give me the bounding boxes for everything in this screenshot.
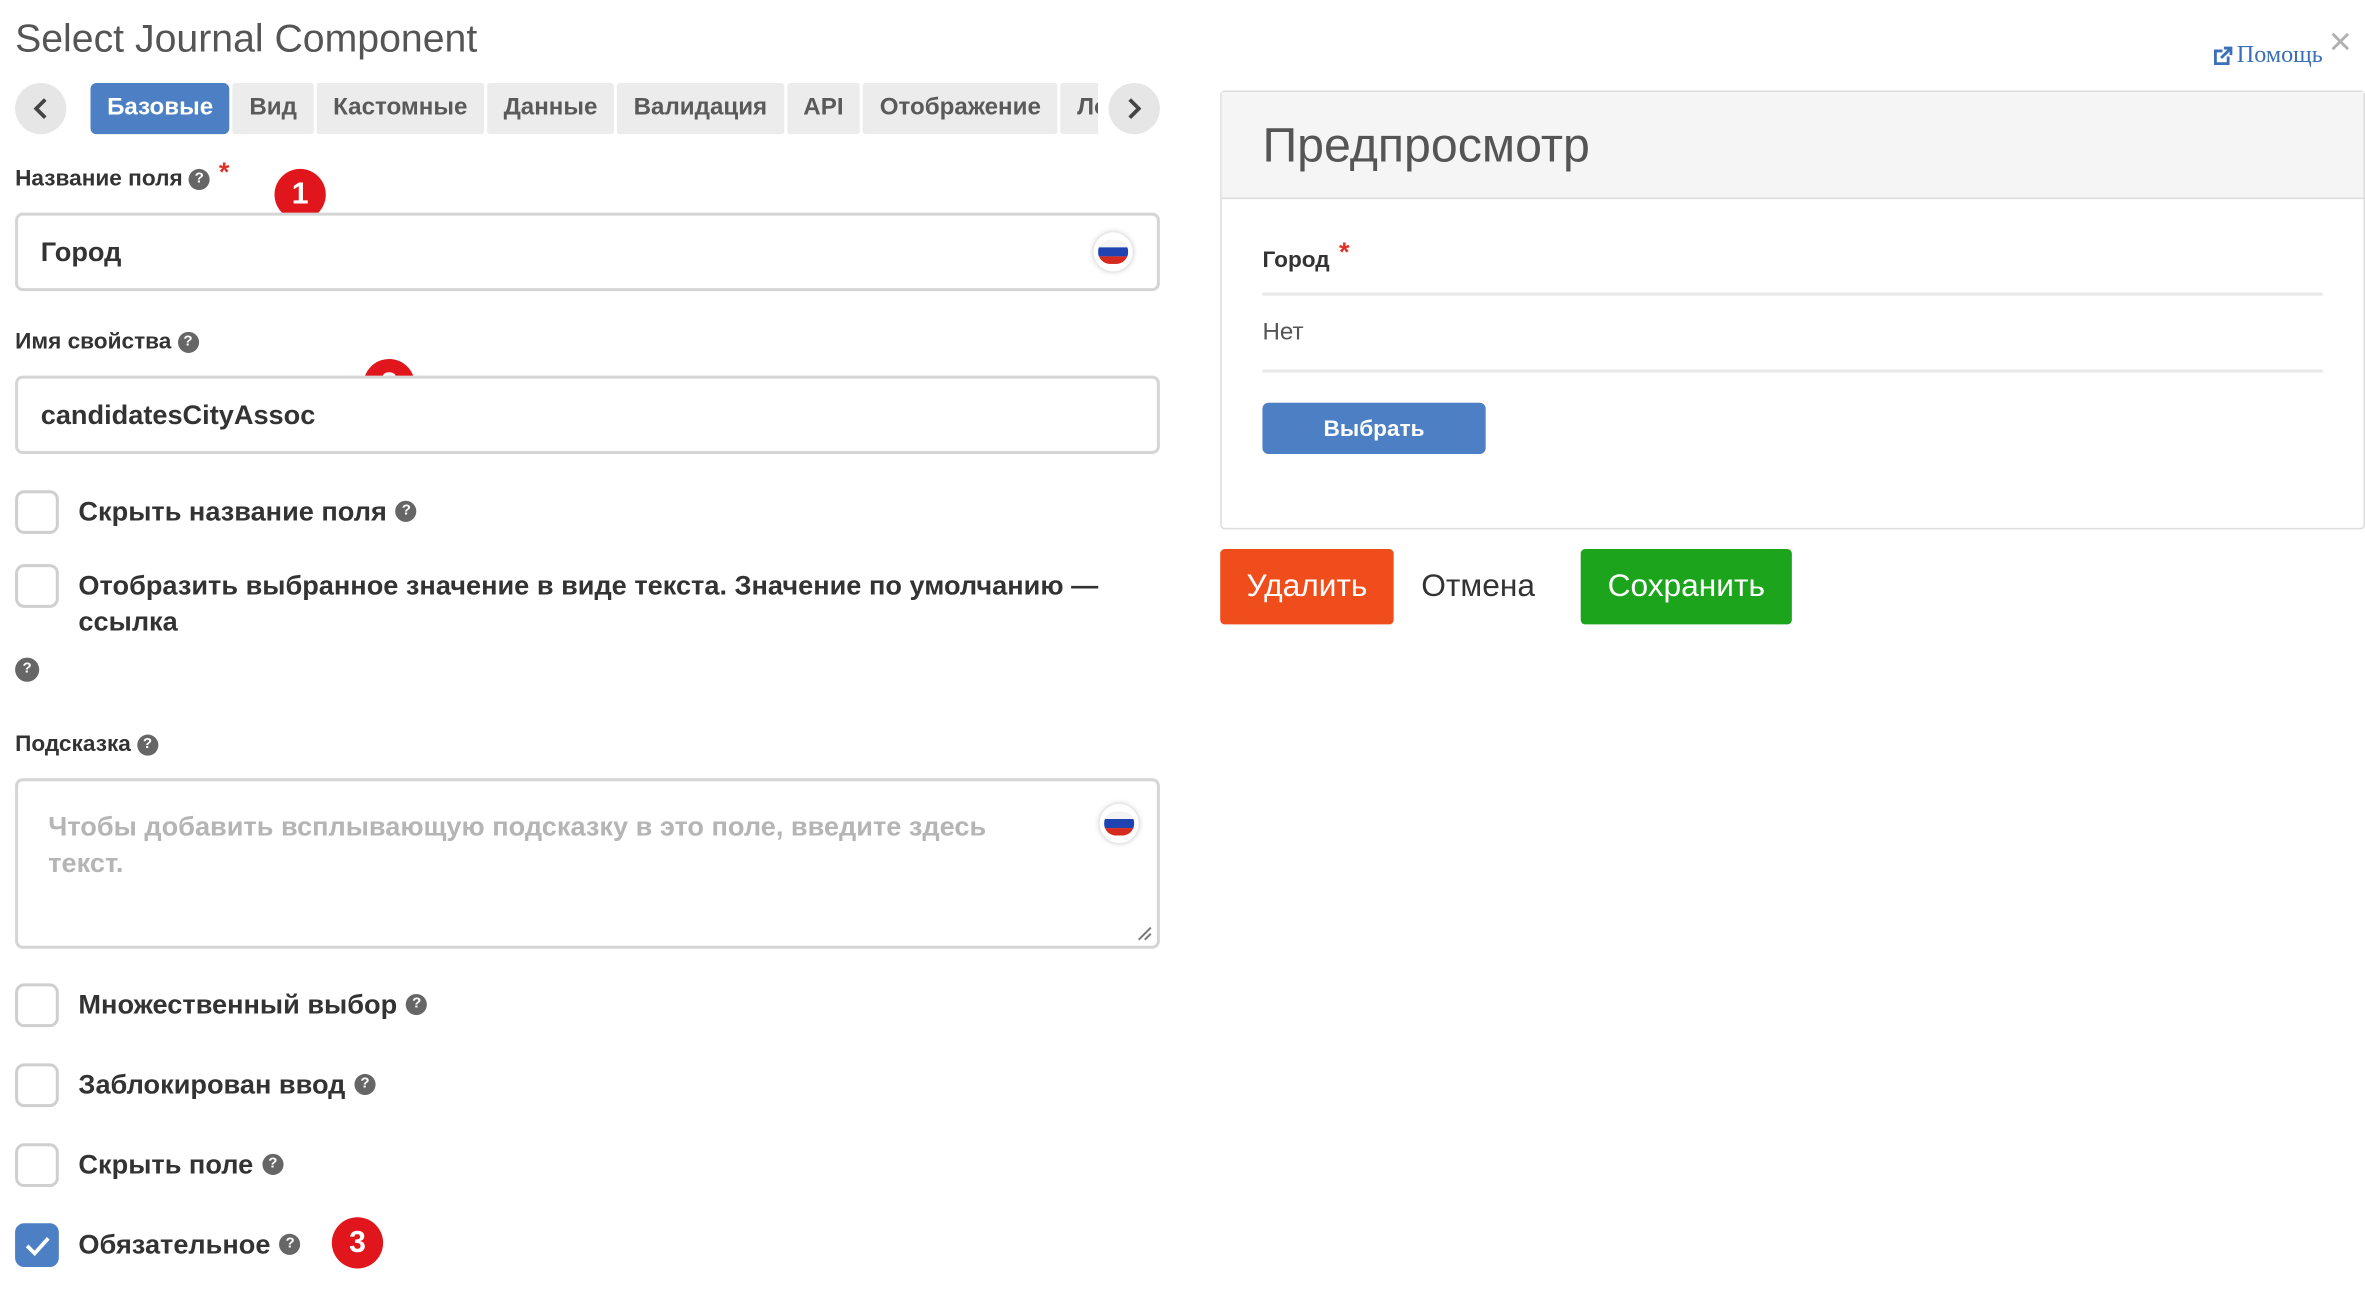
- delete-button[interactable]: Удалить: [1220, 549, 1394, 625]
- external-link-icon: [2213, 45, 2233, 65]
- tab-basic[interactable]: Базовые: [90, 82, 230, 135]
- field-name-label: Название поля ? *: [15, 156, 230, 192]
- save-button[interactable]: Сохранить: [1580, 549, 1792, 625]
- tabs-scroll-right-button[interactable]: [1108, 82, 1160, 135]
- tab-logic[interactable]: Ло: [1060, 82, 1099, 135]
- required-row[interactable]: Обязательное?: [15, 1223, 301, 1267]
- preview-select-button[interactable]: Выбрать: [1262, 402, 1486, 454]
- tooltip-label: Подсказка ?: [15, 732, 159, 757]
- help-icon[interactable]: ?: [354, 1073, 376, 1096]
- divider: [1262, 369, 2323, 373]
- hide-label-row[interactable]: Скрыть название поля?: [15, 490, 417, 534]
- tabs-scroll-left-button[interactable]: [15, 82, 67, 135]
- preview-field-value: Нет: [1262, 319, 1304, 346]
- help-icon[interactable]: ?: [136, 733, 159, 755]
- language-flag-icon[interactable]: [1093, 232, 1133, 272]
- tab-view[interactable]: Вид: [232, 82, 314, 135]
- tab-validation[interactable]: Валидация: [617, 82, 784, 135]
- tab-bar: Базовые Вид Кастомные Данные Валидация A…: [90, 82, 1099, 135]
- help-icon[interactable]: ?: [406, 993, 428, 1016]
- field-name-input[interactable]: Город: [15, 212, 1160, 292]
- show-as-text-row[interactable]: Отобразить выбранное значение в виде тек…: [15, 564, 1098, 639]
- checkmark-icon: [25, 1236, 49, 1256]
- language-flag-icon[interactable]: [1099, 803, 1139, 844]
- tab-custom[interactable]: Кастомные: [316, 82, 484, 135]
- tooltip-textarea[interactable]: Чтобы добавить всплывающую подсказку в э…: [15, 778, 1160, 949]
- dialog: Select Journal Component Помощь × Базовы…: [0, 0, 2365, 1305]
- required-mark: *: [218, 156, 230, 188]
- preview-field-label: Город *: [1262, 236, 1350, 274]
- chevron-right-icon: [1128, 98, 1142, 119]
- show-as-text-checkbox[interactable]: [15, 564, 59, 608]
- multiple-checkbox[interactable]: [15, 983, 59, 1028]
- preview-panel: Предпросмотр Город * Нет Выбрать: [1220, 90, 2365, 530]
- help-icon[interactable]: ?: [395, 500, 417, 522]
- tab-display[interactable]: Отображение: [863, 82, 1058, 135]
- property-name-label: Имя свойства ?: [15, 329, 199, 354]
- tab-data[interactable]: Данные: [487, 82, 614, 135]
- disabled-row[interactable]: Заблокирован ввод?: [15, 1063, 376, 1108]
- annotation-badge-3: 3: [331, 1217, 384, 1269]
- close-icon[interactable]: ×: [2329, 21, 2352, 60]
- cancel-button[interactable]: Отмена: [1406, 549, 1551, 624]
- hidden-row[interactable]: Скрыть поле?: [15, 1143, 284, 1188]
- help-icon[interactable]: ?: [279, 1233, 301, 1255]
- field-name-value: Город: [40, 236, 122, 267]
- property-name-value: candidatesCityAssoc: [40, 398, 316, 430]
- hide-label-checkbox[interactable]: [15, 490, 59, 534]
- disabled-checkbox[interactable]: [15, 1063, 59, 1108]
- help-icon[interactable]: ?: [188, 168, 210, 190]
- help-icon[interactable]: ?: [15, 657, 40, 682]
- required-mark: *: [1338, 236, 1350, 267]
- help-link[interactable]: Помощь: [2211, 42, 2323, 69]
- required-checkbox[interactable]: [15, 1223, 59, 1267]
- tab-api[interactable]: API: [786, 82, 861, 135]
- resize-grip-icon[interactable]: [1134, 923, 1152, 941]
- help-icon[interactable]: ?: [177, 331, 199, 353]
- chevron-left-icon: [33, 98, 47, 119]
- dialog-title: Select Journal Component: [15, 15, 478, 61]
- divider: [1262, 292, 2323, 296]
- help-label: Помощь: [2236, 42, 2323, 68]
- multiple-row[interactable]: Множественный выбор?: [15, 983, 428, 1028]
- preview-title: Предпросмотр: [1221, 92, 2364, 200]
- property-name-input[interactable]: candidatesCityAssoc: [15, 375, 1160, 454]
- help-icon[interactable]: ?: [262, 1153, 284, 1175]
- tooltip-placeholder: Чтобы добавить всплывающую подсказку в э…: [48, 811, 987, 878]
- hidden-checkbox[interactable]: [15, 1143, 59, 1188]
